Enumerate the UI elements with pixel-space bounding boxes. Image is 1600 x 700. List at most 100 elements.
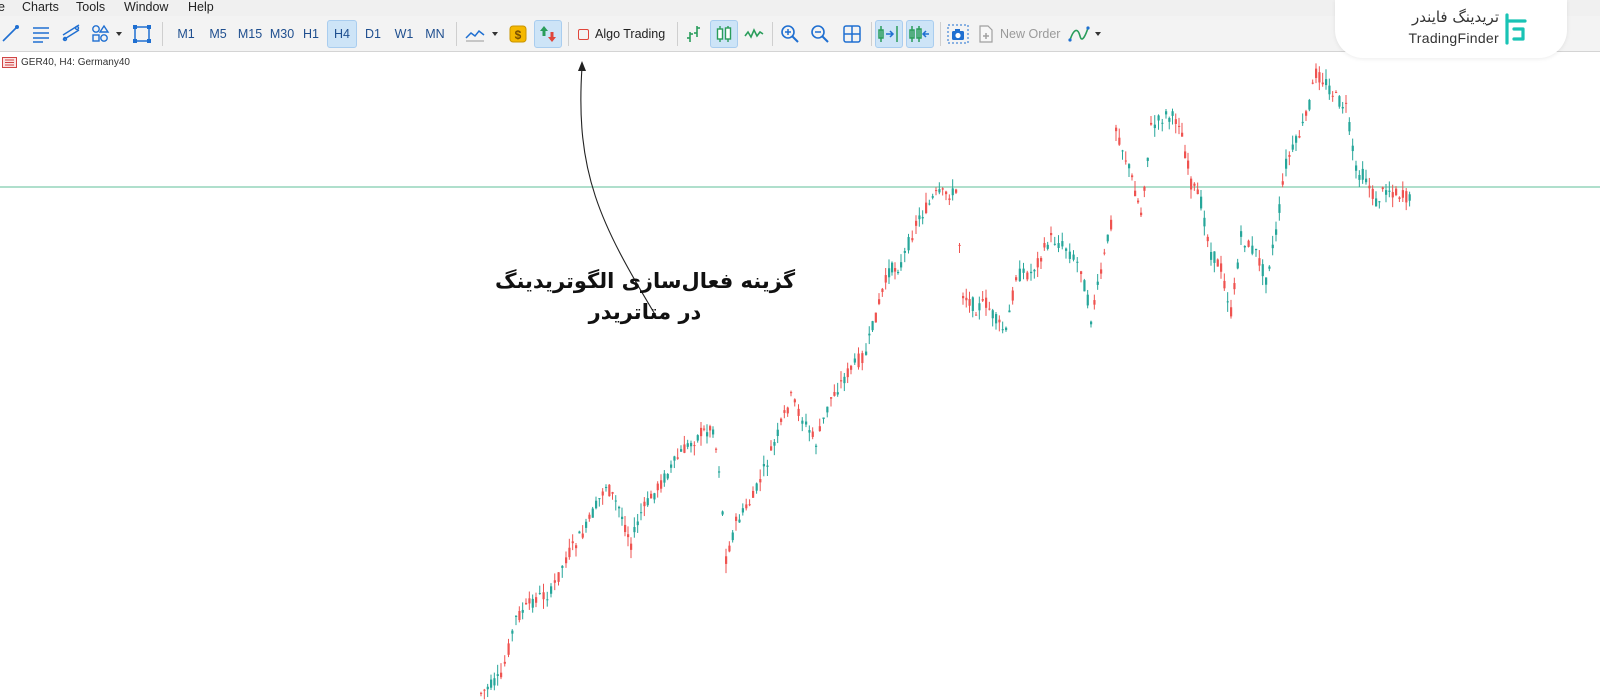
candle-body (690, 442, 693, 447)
timeframe-w1-button[interactable]: W1 (389, 20, 419, 48)
screenshot-button[interactable] (945, 20, 971, 48)
indicators-dropdown-button[interactable] (463, 20, 503, 48)
menu-item-window[interactable]: Window (124, 0, 168, 15)
candle-body (1153, 124, 1156, 129)
one-click-trading-button[interactable] (534, 20, 562, 48)
candle-body (1395, 188, 1398, 196)
candle-body (1187, 160, 1190, 169)
logo-name-english: TradingFinder (1408, 30, 1499, 46)
candle-body (686, 443, 689, 447)
grid-button[interactable] (839, 20, 865, 48)
menu-item-file-cut[interactable]: e (0, 0, 5, 15)
candle-body (1355, 165, 1358, 171)
candle-body (1061, 241, 1064, 247)
candle-body (1134, 190, 1137, 197)
candle-body (965, 297, 968, 301)
menu-item-charts[interactable]: Charts (22, 0, 59, 15)
candle-body (1193, 183, 1196, 186)
candle-body (598, 498, 601, 500)
candle-body (1146, 157, 1149, 161)
algo-trading-button[interactable]: Algo Trading (574, 20, 674, 48)
annotation-arrowhead (578, 61, 586, 71)
candle-body (1196, 189, 1199, 195)
candle-body (738, 519, 741, 523)
candle-body (483, 689, 486, 691)
candle-body (636, 521, 639, 526)
candle-body (790, 392, 793, 394)
candle-body (1124, 160, 1127, 162)
candle-body (1261, 264, 1264, 277)
line-chart-button[interactable] (742, 20, 766, 48)
candle-body (611, 492, 614, 494)
candle-body (1365, 178, 1368, 183)
candle-body (935, 190, 938, 192)
candle-body (915, 220, 918, 226)
candle-body (865, 351, 868, 355)
candle-body (1050, 232, 1053, 236)
candle-body (801, 420, 804, 424)
candle-body (1005, 327, 1008, 331)
candle-body (1275, 229, 1278, 235)
timeframe-h1-button[interactable]: H1 (297, 20, 325, 48)
signals-button[interactable]: $ (506, 20, 530, 48)
candle-body (918, 215, 921, 220)
candle-body (762, 464, 765, 467)
candle-body (1090, 321, 1093, 325)
candle-body (1265, 277, 1268, 285)
camera-icon (947, 24, 969, 44)
chart-area[interactable]: GER40, H4: Germany40 (0, 53, 1600, 700)
candle-body (595, 500, 598, 509)
candle-body (643, 501, 646, 507)
fibonacci-channel-icon (62, 24, 80, 42)
candle-body (833, 392, 836, 396)
candle-body (745, 504, 748, 509)
candle-body (493, 678, 496, 686)
timeframe-h4-button[interactable]: H4 (327, 20, 357, 48)
strategy-tester-dropdown-button[interactable] (1066, 20, 1106, 48)
menu-item-help[interactable]: Help (188, 0, 214, 15)
candle-body (1388, 190, 1391, 192)
candle-body (903, 250, 906, 253)
timeframe-m1-button[interactable]: M1 (171, 20, 201, 48)
candle-body (656, 483, 659, 491)
candle-body (515, 615, 518, 617)
candle-body (1405, 191, 1408, 203)
channel-tool-button[interactable] (58, 20, 84, 48)
timeframe-d1-button[interactable]: D1 (359, 20, 387, 48)
timeframe-m5-button[interactable]: M5 (203, 20, 233, 48)
bar-chart-button[interactable] (682, 20, 706, 48)
candle-body (1181, 132, 1184, 137)
candle-body (1140, 212, 1143, 216)
timeframe-mn-button[interactable]: MN (419, 20, 451, 48)
candle-body (874, 312, 877, 323)
chart-shift-icon (909, 26, 929, 42)
trendline-tool-button[interactable] (0, 20, 22, 48)
candle-body (1103, 252, 1106, 254)
new-order-button[interactable]: New Order (977, 20, 1069, 48)
candle-body (1093, 300, 1096, 305)
candle-body (770, 446, 773, 451)
candle-body (712, 429, 715, 435)
candle-body (660, 480, 663, 489)
candle-body (741, 508, 744, 513)
candle-body (1321, 82, 1324, 85)
shapes-tool-button[interactable] (88, 20, 128, 48)
rectangle-tool-button[interactable] (130, 20, 154, 48)
candle-body (1368, 185, 1371, 189)
tradingfinder-mark-icon (1505, 13, 1527, 45)
zoom-in-button[interactable] (777, 20, 803, 48)
timeframe-m15-button[interactable]: M15 (233, 20, 267, 48)
candle-body (1398, 197, 1401, 200)
zoom-out-button[interactable] (807, 20, 833, 48)
candle-body (1018, 268, 1021, 282)
candle-body (1086, 294, 1089, 306)
candle-body (725, 556, 728, 564)
candle-body (633, 527, 636, 533)
candle-body (948, 198, 951, 201)
menu-item-tools[interactable]: Tools (76, 0, 105, 15)
auto-scroll-button[interactable] (875, 20, 903, 48)
chart-shift-button[interactable] (906, 20, 934, 48)
timeframe-m30-button[interactable]: M30 (265, 20, 299, 48)
hlines-tool-button[interactable] (28, 20, 54, 48)
candlestick-chart-button[interactable] (710, 20, 738, 48)
